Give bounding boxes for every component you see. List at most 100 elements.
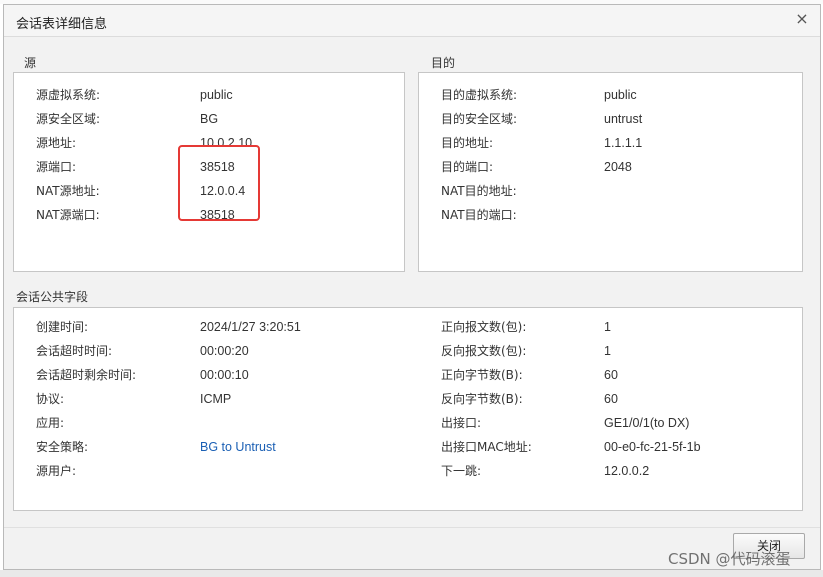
common-row-value: 60: [604, 366, 618, 384]
source-row: 源端口:: [36, 158, 76, 176]
common-row-value: 00:00:10: [200, 366, 249, 384]
common-row: 安全策略:: [36, 438, 88, 456]
field-label: 应用:: [36, 416, 65, 430]
field-label: 源用户:: [36, 464, 77, 478]
security-policy-link[interactable]: BG to Untrust: [200, 440, 276, 454]
destination-panel: 目的虚拟系统: public 目的安全区域: untrust 目的地址: 1.1…: [418, 72, 803, 272]
field-label: NAT目的端口:: [441, 208, 517, 222]
common-row: 创建时间:: [36, 318, 88, 336]
field-label: 目的虚拟系统:: [441, 88, 518, 102]
common-row-value: BG to Untrust: [200, 438, 276, 456]
destination-row-value: untrust: [604, 110, 642, 128]
field-label: 创建时间:: [36, 320, 89, 334]
session-detail-dialog: 会话表详细信息 × 源 源虚拟系统: public 源安全区域: BG 源地址:…: [3, 4, 821, 570]
common-row: 协议:: [36, 390, 64, 408]
source-section-title: 源: [24, 56, 37, 70]
field-label: 会话超时剩余时间:: [36, 368, 137, 382]
watermark: CSDN @代码滚蛋: [668, 550, 791, 568]
common-row-value: 00:00:20: [200, 342, 249, 360]
common-row: 反向报文数(包):: [441, 342, 526, 360]
field-value: 00:00:10: [200, 368, 249, 382]
destination-row: 目的虚拟系统:: [441, 86, 517, 104]
field-label: NAT源地址:: [36, 184, 100, 198]
destination-row: NAT目的端口:: [441, 206, 517, 224]
field-label: 源地址:: [36, 136, 77, 150]
field-label: 源虚拟系统:: [36, 88, 101, 102]
source-row: NAT源地址:: [36, 182, 100, 200]
field-value: ICMP: [200, 392, 232, 406]
source-row: 源地址:: [36, 134, 76, 152]
field-value: 2024/1/27 3:20:51: [200, 320, 301, 334]
common-panel: 创建时间: 2024/1/27 3:20:51 会话超时时间: 00:00:20…: [13, 307, 803, 511]
source-row-value: BG: [200, 110, 218, 128]
field-value: 1: [604, 344, 611, 358]
field-value: public: [604, 88, 637, 102]
destination-row: NAT目的地址:: [441, 182, 517, 200]
field-value: 12.0.0.2: [604, 464, 650, 478]
common-row-value: 1: [604, 342, 611, 360]
field-label: 反向报文数(包):: [441, 344, 527, 358]
common-row: 反向字节数(B):: [441, 390, 523, 408]
field-value: 1: [604, 320, 611, 334]
field-value: 60: [604, 368, 618, 382]
field-label: 目的安全区域:: [441, 112, 518, 126]
field-value: 2048: [604, 160, 632, 174]
field-value: 1.1.1.1: [604, 136, 643, 150]
field-label: 正向字节数(B):: [441, 368, 523, 382]
field-value: BG: [200, 112, 219, 126]
field-label: 协议:: [36, 392, 65, 406]
field-value: 60: [604, 392, 618, 406]
common-row-value: 60: [604, 390, 618, 408]
common-section-title: 会话公共字段: [16, 290, 89, 304]
red-highlight-annotation: [178, 145, 260, 221]
destination-row-value: public: [604, 86, 637, 104]
common-row: 会话超时时间:: [36, 342, 112, 360]
destination-row: 目的地址:: [441, 134, 493, 152]
common-row-value: 12.0.0.2: [604, 462, 649, 480]
destination-row-value: 2048: [604, 158, 632, 176]
dialog-title: 会话表详细信息: [16, 17, 108, 32]
field-value: GE1/0/1(to DX): [604, 416, 690, 430]
common-row: 源用户:: [36, 462, 76, 480]
dialog-titlebar: 会话表详细信息 ×: [4, 5, 820, 37]
common-row: 出接口:: [441, 414, 481, 432]
field-label: 出接口MAC地址:: [441, 440, 532, 454]
common-row-value: 1: [604, 318, 611, 336]
common-row: 应用:: [36, 414, 64, 432]
field-label: 安全策略:: [36, 440, 89, 454]
common-row-value: 2024/1/27 3:20:51: [200, 318, 301, 336]
common-row: 会话超时剩余时间:: [36, 366, 136, 384]
field-label: NAT源端口:: [36, 208, 100, 222]
bottom-bar: [0, 570, 823, 577]
field-label: 源安全区域:: [36, 112, 101, 126]
source-row: 源安全区域:: [36, 110, 100, 128]
source-row: 源虚拟系统:: [36, 86, 100, 104]
field-label: 出接口:: [441, 416, 482, 430]
field-value: 00-e0-fc-21-5f-1b: [604, 440, 701, 454]
common-row: 正向报文数(包):: [441, 318, 526, 336]
field-label: 下一跳:: [441, 464, 482, 478]
destination-row-value: 1.1.1.1: [604, 134, 642, 152]
field-value: untrust: [604, 112, 643, 126]
common-row-value: 00-e0-fc-21-5f-1b: [604, 438, 701, 456]
common-row: 下一跳:: [441, 462, 481, 480]
common-row: 正向字节数(B):: [441, 366, 523, 384]
field-label: 正向报文数(包):: [441, 320, 527, 334]
common-row: 出接口MAC地址:: [441, 438, 532, 456]
field-label: NAT目的地址:: [441, 184, 517, 198]
source-row: NAT源端口:: [36, 206, 100, 224]
field-value: public: [200, 88, 233, 102]
destination-section-title: 目的: [431, 56, 456, 70]
field-label: 目的地址:: [441, 136, 494, 150]
field-value: 00:00:20: [200, 344, 249, 358]
field-label: 源端口:: [36, 160, 77, 174]
source-row-value: public: [200, 86, 233, 104]
common-row-value: GE1/0/1(to DX): [604, 414, 689, 432]
destination-row: 目的端口:: [441, 158, 493, 176]
common-row-value: ICMP: [200, 390, 231, 408]
destination-row: 目的安全区域:: [441, 110, 517, 128]
close-icon[interactable]: ×: [794, 11, 810, 27]
field-label: 反向字节数(B):: [441, 392, 523, 406]
field-label: 目的端口:: [441, 160, 494, 174]
field-label: 会话超时时间:: [36, 344, 113, 358]
